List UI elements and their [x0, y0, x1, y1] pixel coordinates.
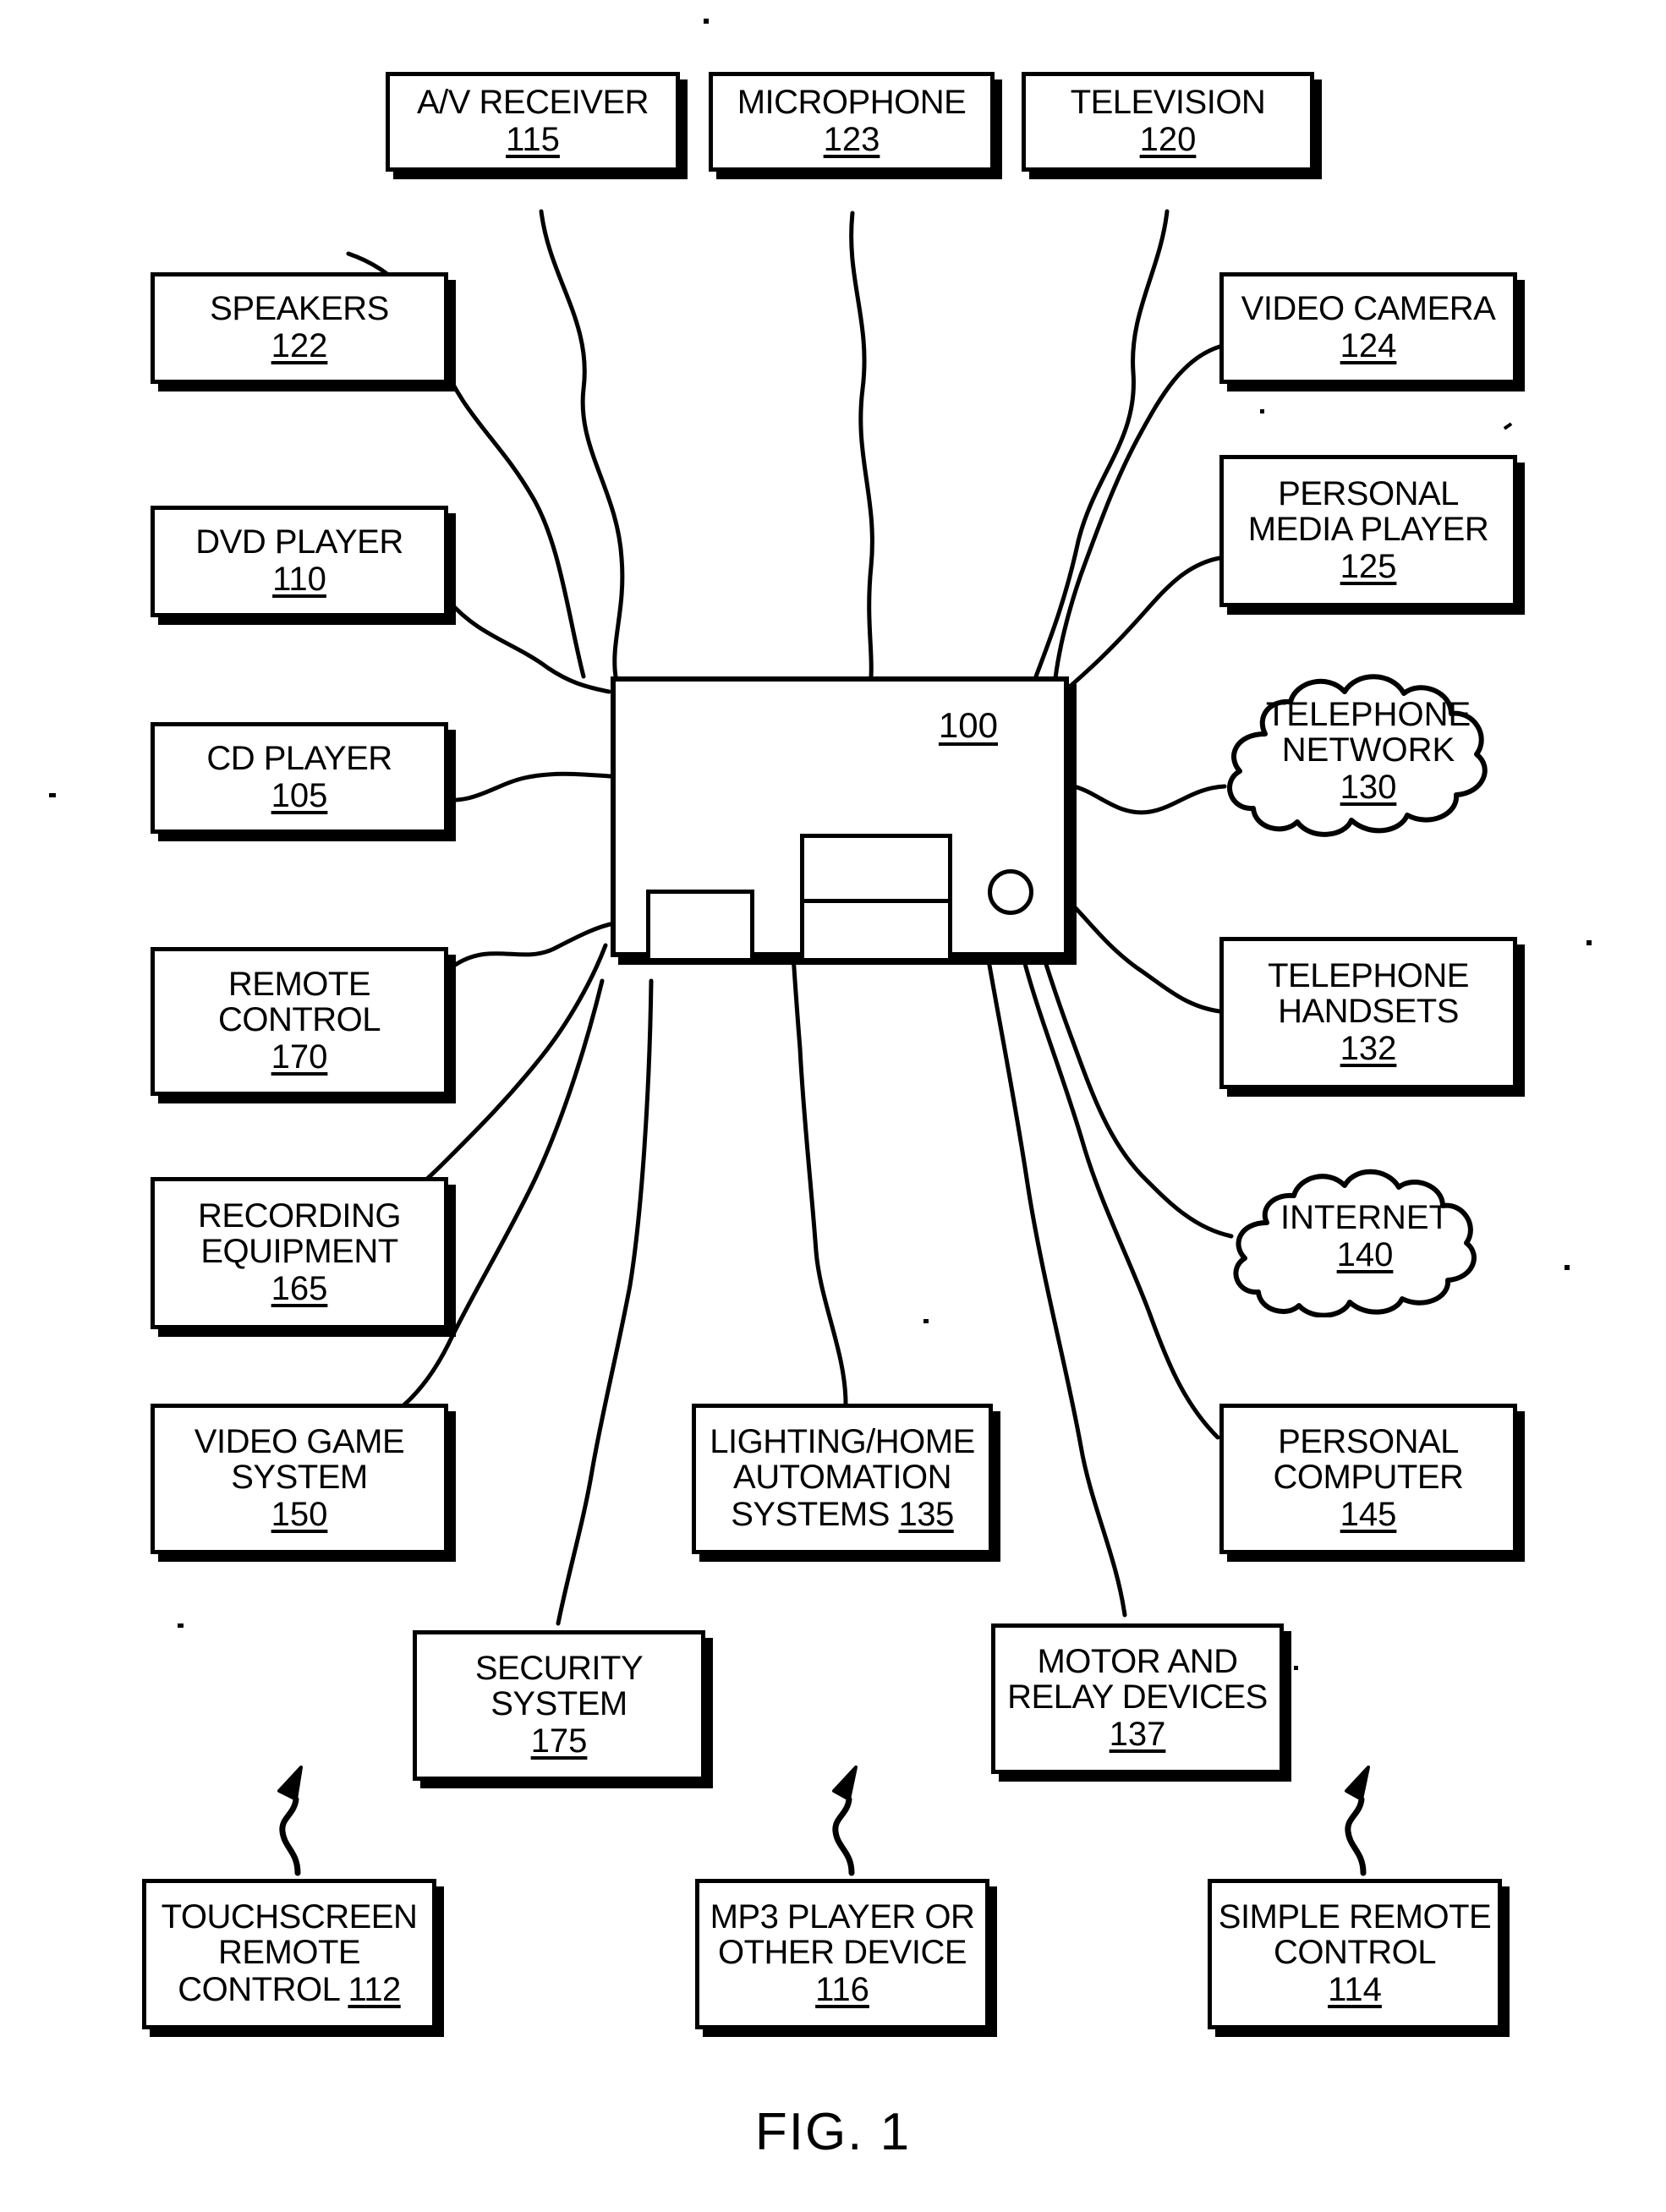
node-label: TELEPHONE HANDSETS: [1268, 957, 1469, 1030]
node-label: SPEAKERS: [210, 290, 389, 327]
scan-speck: [1587, 940, 1592, 945]
node-personal-computer[interactable]: PERSONAL COMPUTER 145: [1219, 1404, 1517, 1554]
node-microphone[interactable]: MICROPHONE 123: [709, 72, 995, 172]
node-label: PERSONAL COMPUTER: [1273, 1423, 1464, 1496]
node-speakers[interactable]: SPEAKERS 122: [151, 272, 448, 384]
wire-television: [1033, 209, 1170, 679]
node-label: CD PLAYER: [206, 740, 392, 777]
wire-personal-computer: [1021, 955, 1220, 1440]
wire-microphone: [849, 211, 874, 679]
node-label: INTERNET: [1280, 1199, 1450, 1236]
node-motor-relay-devices[interactable]: MOTOR AND RELAY DEVICES 137: [991, 1623, 1284, 1774]
wire-motor-relay-devices: [985, 953, 1127, 1618]
node-ref: 135: [898, 1496, 955, 1533]
central-controller-unit[interactable]: 100: [611, 676, 1069, 962]
controller-display-divider: [800, 834, 952, 903]
node-ref: 125: [1340, 548, 1397, 585]
scan-speck: [49, 793, 56, 797]
node-ref: 123: [823, 121, 880, 158]
node-label: TELEVISION: [1070, 84, 1266, 121]
node-ref: 132: [1340, 1030, 1397, 1067]
node-label: SIMPLE REMOTE CONTROL: [1218, 1898, 1492, 1971]
node-ref: 115: [506, 121, 560, 158]
node-ref: 122: [271, 327, 328, 364]
node-label: RECORDING EQUIPMENT: [198, 1197, 401, 1270]
node-security-system[interactable]: SECURITY SYSTEM 175: [413, 1630, 705, 1781]
node-cd-player[interactable]: CD PLAYER 105: [151, 722, 448, 834]
node-label: REMOTE CONTROL: [217, 966, 381, 1038]
node-label: A/V RECEIVER: [416, 84, 649, 121]
figure-caption: FIG. 1: [754, 2103, 912, 2161]
node-ref: 110: [272, 561, 326, 598]
controller-knob[interactable]: [988, 869, 1033, 915]
scan-speck: [923, 1319, 929, 1323]
node-video-game-system[interactable]: VIDEO GAME SYSTEM 150: [151, 1404, 448, 1554]
node-ref: 114: [1328, 1971, 1382, 2008]
node-av-receiver[interactable]: A/V RECEIVER 115: [386, 72, 680, 172]
wire-telephone-network: [1051, 780, 1227, 815]
patent-figure-page: A/V RECEIVER 115 MICROPHONE 123 TELEVISI…: [0, 0, 1666, 2212]
wireless-arrow-touchscreen-remote-control: [277, 1766, 303, 1876]
node-internet[interactable]: INTERNET 140: [1218, 1157, 1512, 1317]
node-ref: 137: [1109, 1716, 1166, 1753]
scan-speck: [178, 1623, 184, 1628]
node-video-camera[interactable]: VIDEO CAMERA 124: [1219, 272, 1517, 384]
node-ref: 112: [348, 1971, 401, 2008]
node-ref: 150: [271, 1496, 328, 1533]
scan-speck: [1294, 1666, 1298, 1670]
node-label: MP3 PLAYER OR OTHER DEVICE: [710, 1898, 975, 1971]
node-label: TOUCHSCREEN REMOTE CONTROL 112: [161, 1898, 418, 2008]
controller-tray-slot: [646, 890, 754, 962]
node-label: VIDEO CAMERA: [1241, 290, 1496, 327]
scan-speck: [1503, 422, 1513, 430]
node-telephone-handsets[interactable]: TELEPHONE HANDSETS 132: [1219, 937, 1517, 1089]
node-simple-remote-control[interactable]: SIMPLE REMOTE CONTROL 114: [1208, 1879, 1502, 2029]
wire-video-camera: [1053, 344, 1222, 681]
cloud-text: TELEPHONE NETWORK 130: [1266, 697, 1471, 807]
wire-lighting-home-automation: [791, 953, 848, 1406]
node-label: LIGHTING/HOME AUTOMATION SYSTEMS 135: [710, 1423, 975, 1533]
controller-ref-number: 100: [938, 705, 998, 745]
node-mp3-player-other-device[interactable]: MP3 PLAYER OR OTHER DEVICE 116: [695, 1879, 989, 2029]
node-lighting-home-automation[interactable]: LIGHTING/HOME AUTOMATION SYSTEMS 135: [692, 1404, 993, 1554]
wire-av-receiver: [539, 209, 625, 679]
node-ref: 124: [1340, 327, 1397, 364]
node-ref: 140: [1336, 1236, 1394, 1273]
node-label: PERSONAL MEDIA PLAYER: [1247, 475, 1489, 548]
node-label: MICROPHONE: [737, 84, 967, 121]
node-label: VIDEO GAME SYSTEM: [194, 1423, 405, 1496]
node-telephone-network[interactable]: TELEPHONE NETWORK 130: [1211, 661, 1526, 842]
node-ref: 175: [530, 1722, 588, 1760]
node-remote-control[interactable]: REMOTE CONTROL 170: [151, 947, 448, 1096]
node-label: SECURITY SYSTEM: [474, 1650, 644, 1722]
node-ref: 116: [815, 1971, 869, 2008]
wire-telephone-handsets: [1048, 879, 1222, 1014]
node-touchscreen-remote-control[interactable]: TOUCHSCREEN REMOTE CONTROL 112: [142, 1879, 436, 2029]
scan-speck: [704, 19, 709, 24]
node-label: MOTOR AND RELAY DEVICES: [1007, 1643, 1268, 1716]
node-recording-equipment[interactable]: RECORDING EQUIPMENT 165: [151, 1177, 448, 1329]
node-personal-media-player[interactable]: PERSONAL MEDIA PLAYER 125: [1219, 455, 1517, 607]
node-ref: 120: [1139, 121, 1197, 158]
node-ref: 165: [271, 1270, 328, 1307]
wire-security-system: [556, 978, 654, 1626]
node-ref: 105: [271, 777, 328, 814]
scan-speck: [1565, 1265, 1570, 1270]
scan-speck: [1260, 409, 1264, 413]
wire-internet: [1039, 949, 1234, 1239]
wire-personal-media-player: [1051, 556, 1222, 704]
node-ref: 170: [271, 1038, 328, 1076]
wireless-arrow-simple-remote-control: [1345, 1766, 1370, 1876]
node-label: DVD PLAYER: [195, 523, 403, 561]
wireless-arrow-mp3-player-other-device: [832, 1766, 858, 1876]
node-television[interactable]: TELEVISION 120: [1022, 72, 1314, 172]
cloud-text: INTERNET 140: [1280, 1200, 1450, 1274]
node-ref: 130: [1340, 769, 1397, 806]
node-dvd-player[interactable]: DVD PLAYER 110: [151, 506, 448, 617]
node-ref: 145: [1340, 1496, 1397, 1533]
node-label: TELEPHONE NETWORK: [1265, 696, 1471, 769]
